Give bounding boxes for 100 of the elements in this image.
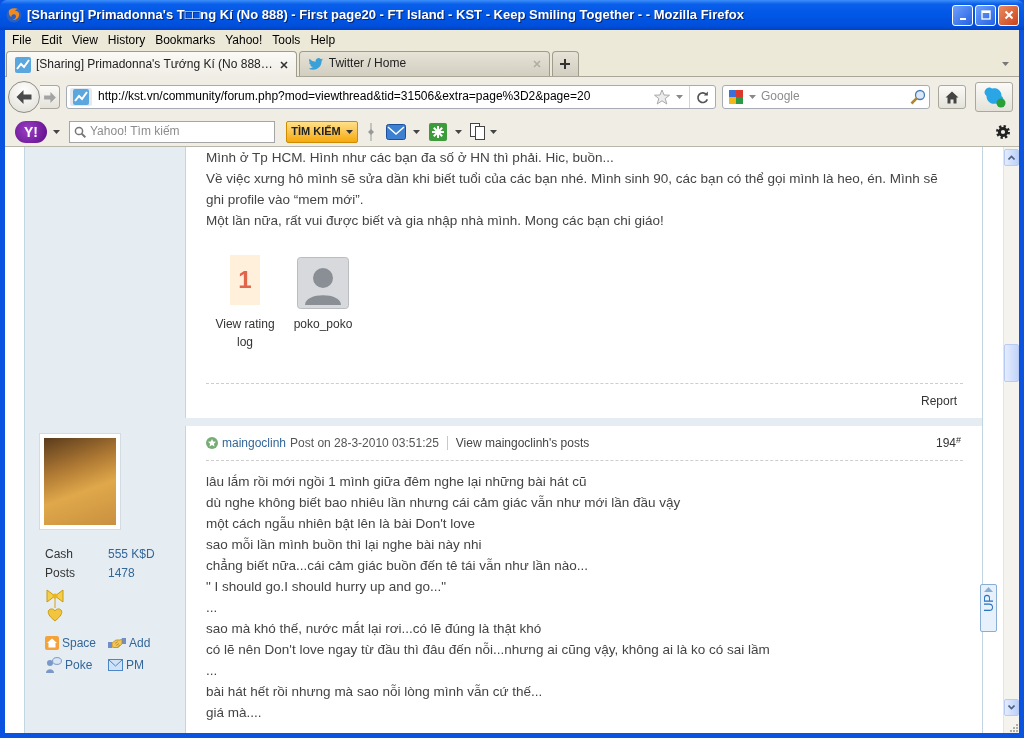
menu-item[interactable]: Yahoo! [220,30,268,50]
stat-value: 1478 [108,565,135,582]
reload-icon[interactable] [696,90,709,104]
browser-tab[interactable]: [Sharing] Primadonna's Tướng Kí (No 888… [6,51,297,77]
post-text: giá mà.... [206,704,263,722]
search-button[interactable]: TÌM KIẾM [286,120,358,143]
menu-item[interactable]: History [102,30,151,50]
stat-value: 555 K$D [108,546,155,563]
star-icon [206,437,218,449]
post-text: lâu lắm rồi mới ngồi 1 mình giữa đêm nghe lại những bài hát cũ [206,473,588,491]
home-button[interactable] [938,85,966,109]
close-button[interactable] [998,4,1019,26]
post-text: dù nghe không biết bao nhiêu lần nhưng cái cảm giác vẫn như mới lần đầu vậy [206,494,682,512]
address-bar[interactable]: http://kst.vn/community/forum.php?mod=viewthread&tid=31506&extra=page%3D2&page=20 [66,85,716,109]
post-text: ... [206,599,219,617]
arrow-right-icon [43,91,56,103]
photo-placeholder[interactable] [40,434,120,529]
post-text: sao mà khó thế, nước mắt lại rơi...có lẽ đúng là thật khó [206,620,543,638]
new-tab-button[interactable] [551,51,579,76]
cloud-phone-icon [982,86,1006,108]
menu-item[interactable]: Edit [36,30,68,50]
chevron-up-icon [1008,155,1015,160]
post-text: có lẽ nên Don't love ngay từ đầu thì đâu đến nỗi...nhưng ai cũng vậy, không ai là ko có sai lầm [206,641,771,659]
scroll-down-button[interactable] [1004,699,1019,716]
post-number: 194$^{#}$ [935,433,961,452]
envelope-icon [108,659,123,671]
asterisk-tile-icon[interactable] [429,122,447,141]
browser-logo-icon [6,7,22,23]
menu-item[interactable]: Help [305,30,341,50]
site-favicon-icon [15,56,31,73]
yahoo-logo[interactable]: Y! [15,120,47,143]
search-icon [74,125,86,138]
stat-label: Cash [45,546,74,563]
minimize-button[interactable] [952,4,973,26]
caret-icon[interactable] [490,129,497,134]
site-favicon-icon [73,89,89,105]
search-input[interactable]: Google [761,89,905,105]
scrollbar-thumb[interactable] [1004,344,1019,382]
post-text: bài hát hết rồi nhưng mà sao nỗi lòng mình vẫn cứ thế... [206,683,544,701]
browser-tab[interactable]: Twitter / Home [298,51,550,76]
post-text: sao mỗi lần mình buồn thì lại nghe bài này nhi [206,536,483,554]
plus-icon [559,58,572,70]
url-input[interactable]: http://kst.vn/community/forum.php?mod=viewthread&tid=31506&extra=page%3D2&page=20 [98,89,648,105]
menu-item[interactable]: Bookmarks [150,30,221,50]
menu-item[interactable]: View [67,30,103,50]
scroll-up-button[interactable] [1004,149,1019,166]
bookmark-star-icon[interactable] [654,89,670,105]
house-icon [45,636,59,650]
close-tab-button[interactable] [277,58,290,71]
caret-icon[interactable] [676,95,683,99]
post-text: một cách ngẫu nhiên bật lên là bài Don't love [206,515,476,533]
report-link[interactable]: Report [920,392,957,410]
window-title: [Sharing] Primadonna's T□□ng Kí (No 888) - First page20 - FT Island - KST - Keep Smiling Together - - Mozilla Firefox [27,6,744,24]
rating-score: 1 [230,255,260,305]
resize-grip-icon[interactable] [1008,722,1018,732]
search-icon[interactable] [910,89,926,105]
envelope-icon[interactable] [386,123,406,140]
arrow-left-icon [16,90,32,104]
close-icon [532,60,541,68]
skype-toolbar-button[interactable] [975,82,1013,112]
post-text: chẳng biết nữa...cái cảm giác buồn đến tê tái vẫn như lần nào... [206,557,590,575]
back-button[interactable] [8,81,40,113]
profile-action-link[interactable]: Poke [45,654,108,676]
caret-icon[interactable] [413,129,420,134]
close-icon [279,60,288,69]
maximize-button[interactable] [975,4,996,26]
menu-item[interactable]: Tools [267,30,306,50]
yahoo-search-bar[interactable]: Yahoo! Tìm kiếm [69,120,275,143]
arrow-up-icon [984,587,993,592]
post-text: " I should go.I should hurry up and go..." [206,578,447,596]
settings-icon[interactable] [995,123,1011,140]
person-bubble-icon [45,657,62,673]
caret-icon[interactable] [455,129,462,134]
menu-item[interactable]: File [7,30,37,50]
rating-log-link[interactable]: View rating log [210,315,280,351]
maximize-icon [980,10,991,20]
profile-action-link[interactable]: PM [108,654,171,676]
search-bar[interactable]: Google [722,85,930,109]
scroll-to-top-button[interactable]: UP [980,584,997,632]
pages-icon[interactable] [470,123,485,140]
color-blocks-icon[interactable] [728,89,744,105]
stat-label: Posts [45,565,76,582]
caret-icon [345,129,353,134]
post-date: Post on 28-3-2010 03:51:25 [290,435,439,452]
post-text: Một lần nữa, rất vui được biết và gia nhập nhà mình. Mong các bạn chi giáo! [206,212,665,230]
post-text: ... [206,662,219,680]
view-posts-link[interactable]: View maingoclinh's posts [455,433,590,453]
profile-action-link[interactable]: Add [108,632,171,654]
handshake-icon [108,636,126,650]
author-link[interactable]: maingoclinh [222,433,287,453]
profile-action-link[interactable]: Space [45,632,108,654]
yahoo-search-input[interactable]: Yahoo! Tìm kiếm [90,123,270,140]
post-text: Mình ở Tp HCM. Hình như các bạn đa số ở HN thì phải. Hic, buồn... [206,149,615,167]
bird-icon [307,57,324,71]
caret-icon[interactable] [53,129,60,134]
toolbar-grip-icon [367,122,375,141]
rater-name-link[interactable]: poko_poko [293,315,353,333]
home-icon [945,90,959,104]
caret-icon[interactable] [749,95,756,99]
close-icon [1003,10,1014,20]
